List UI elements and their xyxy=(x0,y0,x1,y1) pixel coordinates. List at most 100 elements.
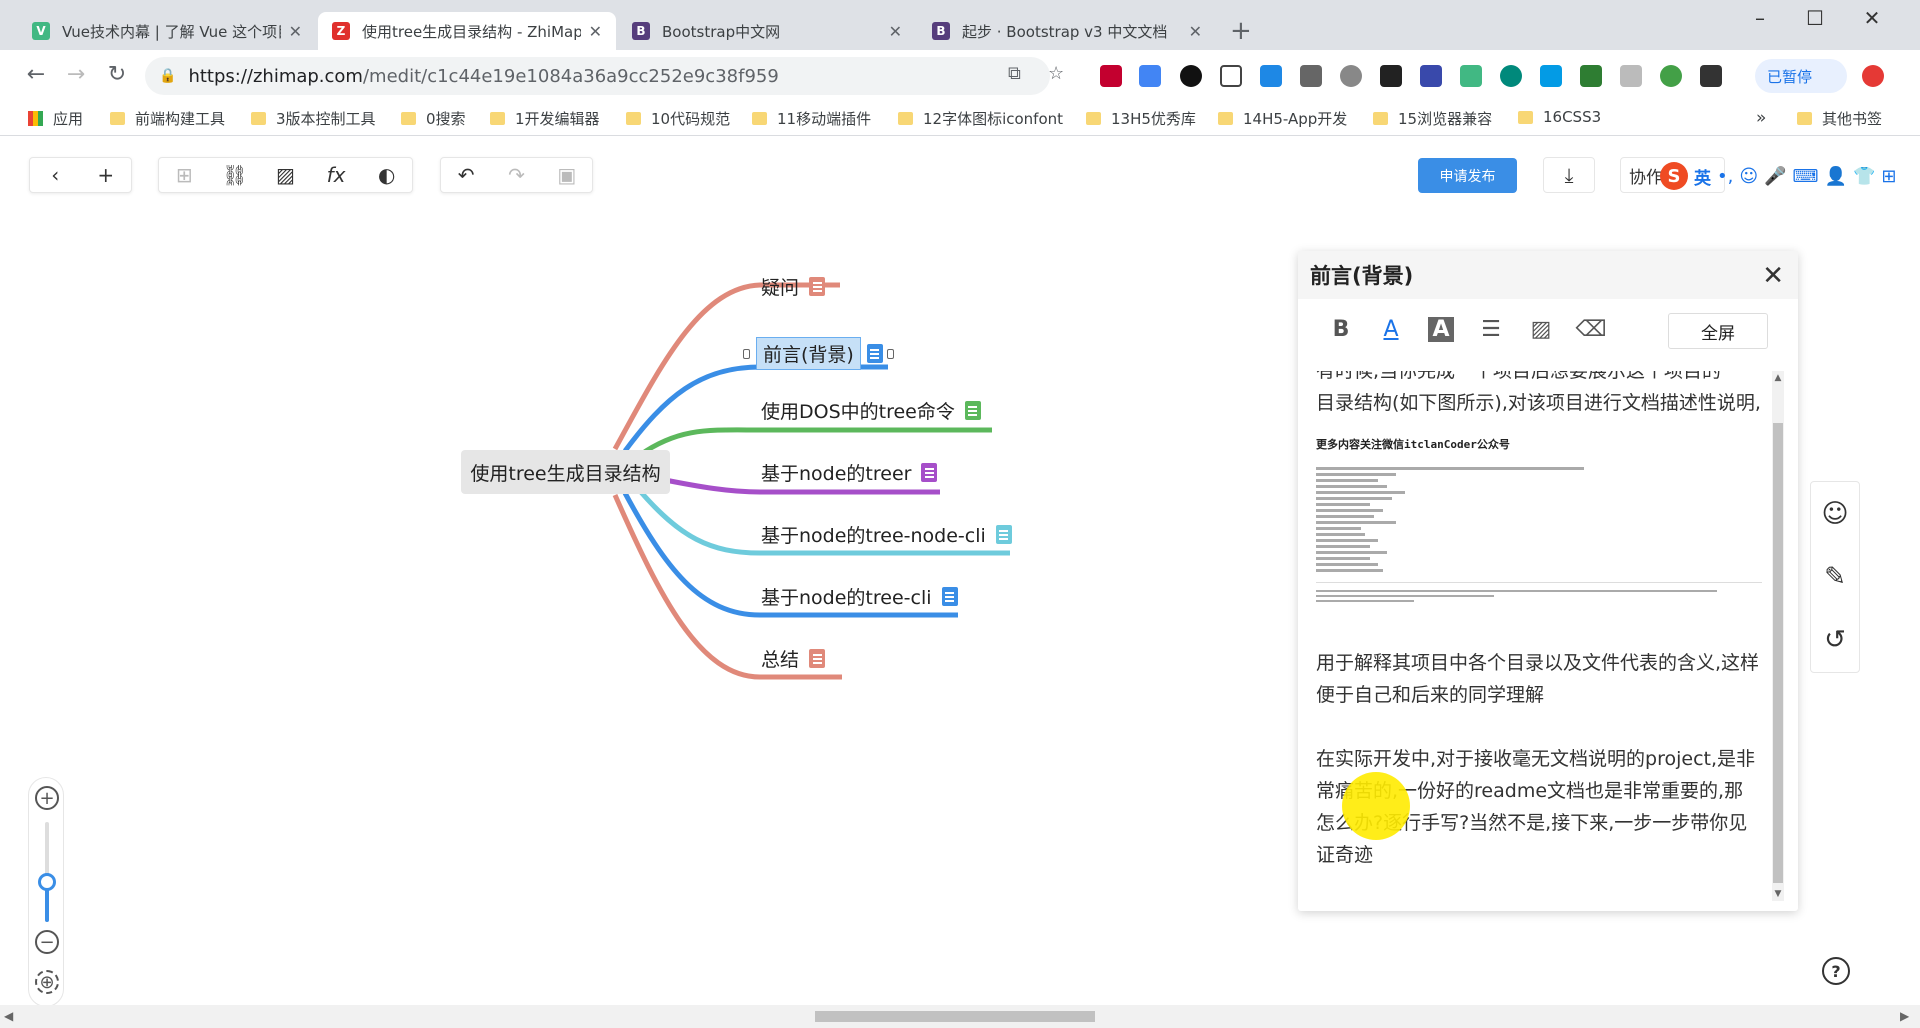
address-bar[interactable]: 🔒 https://zhimap.com/medit/c1c44e19e1084… xyxy=(145,57,1050,95)
minimize-icon[interactable]: – xyxy=(1740,6,1780,30)
note-icon[interactable] xyxy=(995,525,1012,544)
back-icon[interactable]: ← xyxy=(22,62,50,87)
ime-lang-label[interactable]: 英 xyxy=(1694,164,1711,189)
other-bookmarks[interactable]: 其他书签 xyxy=(1797,108,1882,129)
ime-grid-icon[interactable]: ⊞ xyxy=(1881,166,1896,187)
scroll-down-icon[interactable]: ▼ xyxy=(1772,889,1784,899)
close-icon[interactable]: ✕ xyxy=(589,22,602,41)
ime-keyboard-icon[interactable]: ⌨ xyxy=(1793,166,1819,187)
close-icon[interactable]: ✕ xyxy=(1762,261,1784,291)
resize-handle-icon[interactable] xyxy=(886,348,894,359)
fullscreen-button[interactable]: 全屏 xyxy=(1668,313,1768,349)
ime-punct-icon[interactable]: •, xyxy=(1717,166,1733,187)
circle-extension-icon[interactable] xyxy=(1180,65,1202,87)
vue-extension-icon[interactable] xyxy=(1460,65,1482,87)
tab-bootstrap-cn[interactable]: B Bootstrap中文网 ✕ xyxy=(618,12,916,50)
bookmark-folder[interactable]: 16CSS3 xyxy=(1518,108,1601,126)
ordered-list-icon[interactable]: ☰ xyxy=(1466,317,1516,342)
note-icon[interactable] xyxy=(941,587,958,606)
mindmap-node[interactable]: 基于node的tree-node-cli xyxy=(761,521,1012,548)
note-icon[interactable] xyxy=(964,401,981,420)
move-extension-icon[interactable] xyxy=(1220,65,1242,87)
insert-image-icon[interactable]: ▨ xyxy=(1516,317,1566,342)
mindmap-node[interactable]: 基于node的tree-cli xyxy=(761,583,958,610)
mindmap-node[interactable]: 总结 xyxy=(761,645,826,672)
mindmap-root-node[interactable]: 使用tree生成目录结构 xyxy=(461,450,670,494)
zoom-slider-handle[interactable] xyxy=(38,873,56,891)
bold-icon[interactable]: B xyxy=(1316,317,1366,342)
ime-skin-icon[interactable]: 👕 xyxy=(1853,166,1875,187)
zoom-out-icon[interactable]: − xyxy=(35,930,59,954)
bookmark-folder[interactable]: 3版本控制工具 xyxy=(251,108,376,129)
note-icon[interactable] xyxy=(809,649,826,668)
ime-emoji-icon[interactable]: ☺ xyxy=(1739,166,1758,187)
new-tab-icon[interactable]: + xyxy=(1230,16,1252,46)
translate-icon[interactable]: ⧉ xyxy=(1008,63,1021,84)
f-extension-icon[interactable] xyxy=(1620,65,1642,87)
zoom-in-icon[interactable]: + xyxy=(35,786,59,810)
mindmap-node-selected[interactable]: 前言(背景) xyxy=(756,337,861,370)
highlight-icon[interactable]: A xyxy=(1416,316,1466,342)
bookmark-folder[interactable]: 13H5优秀库 xyxy=(1086,108,1196,129)
maximize-icon[interactable]: ☐ xyxy=(1795,6,1835,30)
edit-note-icon[interactable]: ✎ xyxy=(1824,562,1846,592)
window-close-icon[interactable]: ✕ xyxy=(1852,6,1892,30)
grid-extension-icon[interactable] xyxy=(1420,65,1442,87)
reload-icon[interactable]: ↻ xyxy=(103,62,131,87)
bookmark-folder[interactable]: 0搜索 xyxy=(401,108,466,129)
download-icon[interactable]: ⤓ xyxy=(1543,157,1595,193)
tab-vue[interactable]: V Vue技术内幕 | 了解 Vue 这个项目 ✕ xyxy=(18,12,316,50)
profile-paused-button[interactable]: 已暂停 xyxy=(1755,59,1847,93)
scrollbar-thumb[interactable] xyxy=(815,1011,1095,1022)
bookmark-folder[interactable]: 前端构建工具 xyxy=(110,108,225,129)
v-extension-icon[interactable] xyxy=(1580,65,1602,87)
font-color-icon[interactable]: A xyxy=(1366,317,1416,342)
horizontal-scrollbar[interactable]: ◀ ▶ xyxy=(0,1005,1920,1028)
angular-extension-icon[interactable] xyxy=(1100,65,1122,87)
close-icon[interactable]: ✕ xyxy=(889,22,902,41)
scroll-left-icon[interactable]: ◀ xyxy=(4,1009,13,1023)
ime-voice-icon[interactable]: 🎤 xyxy=(1764,166,1786,187)
help-icon[interactable]: ? xyxy=(1822,957,1850,985)
forward-icon[interactable]: → xyxy=(62,62,90,87)
google-translate-extension-icon[interactable] xyxy=(1139,65,1161,87)
note-scrollbar[interactable]: ▲ ▼ xyxy=(1772,371,1784,901)
dark-extension-icon[interactable] xyxy=(1700,65,1722,87)
center-view-icon[interactable]: ⊕ xyxy=(35,970,59,994)
gear-extension-icon[interactable] xyxy=(1340,65,1362,87)
publish-button[interactable]: 申请发布 xyxy=(1418,158,1517,193)
bookmark-folder[interactable]: 12字体图标iconfont xyxy=(898,108,1063,129)
check-extension-icon[interactable] xyxy=(1660,65,1682,87)
scrollbar-thumb[interactable] xyxy=(1773,423,1783,883)
vue-devtools-extension-icon[interactable] xyxy=(1260,65,1282,87)
close-icon[interactable]: ✕ xyxy=(1189,22,1202,41)
bookmark-folder[interactable]: 1开发编辑器 xyxy=(490,108,600,129)
note-icon[interactable] xyxy=(866,344,883,363)
eye-extension-icon[interactable] xyxy=(1500,65,1522,87)
tab-bootstrap-docs[interactable]: B 起步 · Bootstrap v3 中文文档 ✕ xyxy=(918,12,1216,50)
note-icon[interactable] xyxy=(809,277,826,296)
screenshot-extension-icon[interactable] xyxy=(1540,65,1562,87)
scroll-up-icon[interactable]: ▲ xyxy=(1772,373,1784,383)
alert-extension-icon[interactable] xyxy=(1862,65,1884,87)
mindmap-node[interactable]: 疑问 xyxy=(761,273,826,300)
bookmark-apps[interactable]: 应用 xyxy=(28,108,83,129)
emoji-icon[interactable]: ☺ xyxy=(1821,499,1848,529)
bookmark-folder[interactable]: 10代码规范 xyxy=(626,108,730,129)
resize-handle-icon[interactable] xyxy=(743,348,750,359)
g-extension-icon[interactable] xyxy=(1380,65,1402,87)
mindmap-node[interactable]: 使用DOS中的tree命令 xyxy=(761,397,981,424)
close-icon[interactable]: ✕ xyxy=(289,22,302,41)
bookmarks-overflow-button[interactable]: » xyxy=(1756,108,1766,128)
bookmark-folder[interactable]: 15浏览器兼容 xyxy=(1373,108,1492,129)
shield-extension-icon[interactable] xyxy=(1300,65,1322,87)
history-icon[interactable]: ↺ xyxy=(1824,625,1846,655)
tab-zhimap[interactable]: Z 使用tree生成目录结构 - ZhiMap ✕ xyxy=(318,12,616,50)
eraser-icon[interactable]: ⌫ xyxy=(1566,317,1616,342)
mindmap-node[interactable]: 基于node的treer xyxy=(761,459,938,486)
ime-user-icon[interactable]: 👤 xyxy=(1825,166,1847,187)
bookmark-star-icon[interactable]: ☆ xyxy=(1048,63,1064,84)
bookmark-folder[interactable]: 11移动端插件 xyxy=(752,108,871,129)
bookmark-folder[interactable]: 14H5-App开发 xyxy=(1218,108,1347,129)
note-icon[interactable] xyxy=(921,463,938,482)
